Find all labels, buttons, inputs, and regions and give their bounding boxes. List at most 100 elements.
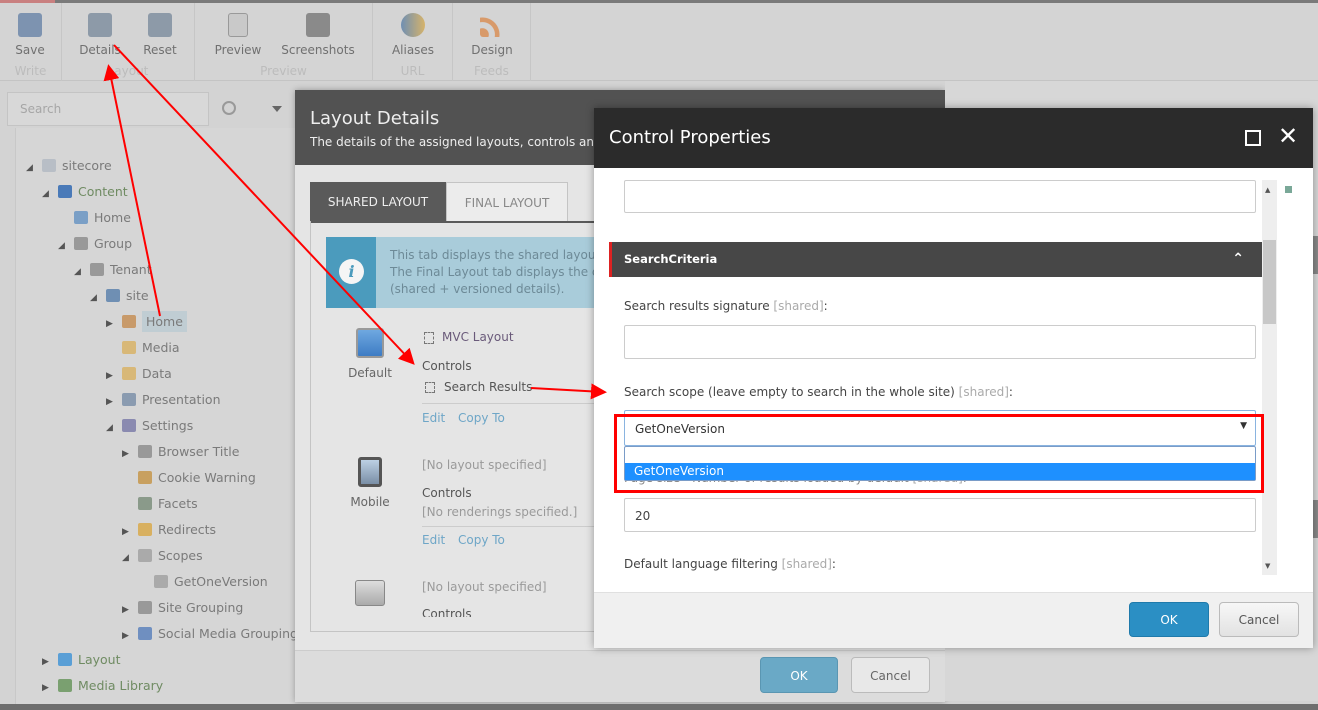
tree-item[interactable]: ▶ Presentation xyxy=(106,389,221,411)
expand-icon[interactable]: ▶ xyxy=(122,625,134,647)
expand-icon[interactable]: ▶ xyxy=(42,677,54,699)
tree-node-icon xyxy=(137,549,152,562)
pagesize-input[interactable]: 20 xyxy=(624,498,1256,532)
tree-item[interactable]: ▶ Site Grouping xyxy=(122,597,243,619)
maximize-icon[interactable] xyxy=(1245,130,1261,146)
collapse-icon[interactable]: ◢ xyxy=(58,235,70,257)
expand-icon[interactable]: ▶ xyxy=(42,651,54,673)
language-label: Default language filtering [shared]: xyxy=(624,557,836,571)
tree-node-icon xyxy=(89,263,104,276)
content-tree: ◢ sitecore ◢ Content Home ◢ Group ◢ Tenant ◢… xyxy=(15,128,298,710)
tree-node-icon xyxy=(137,627,152,640)
device-print[interactable] xyxy=(335,580,405,614)
ribbon-group-write: Save Write xyxy=(0,3,62,81)
expand-icon[interactable]: ▶ xyxy=(122,599,134,621)
printer-icon xyxy=(355,580,385,606)
preview-button[interactable]: Preview xyxy=(213,13,263,57)
cancel-button[interactable]: Cancel xyxy=(851,657,930,693)
previous-field-input[interactable] xyxy=(624,180,1256,213)
tree-node-icon xyxy=(137,523,152,536)
scrollbar-thumb[interactable] xyxy=(1263,240,1276,324)
collapse-icon[interactable]: ◢ xyxy=(122,547,134,569)
control-search-results[interactable]: Search Results xyxy=(444,380,532,394)
section-header-searchcriteria[interactable]: SearchCriteria ⌃ xyxy=(609,242,1262,277)
tree-item[interactable]: Facets xyxy=(122,493,198,515)
save-button[interactable]: Save xyxy=(8,13,52,57)
design-button[interactable]: Design xyxy=(468,13,516,57)
tree-item[interactable]: ◢ Tenant xyxy=(74,259,152,281)
masks-icon xyxy=(401,13,425,37)
copy-to-link[interactable]: Copy To xyxy=(458,533,505,547)
signature-label: Search results signature [shared]: xyxy=(624,299,828,313)
search-icon[interactable] xyxy=(222,101,236,115)
tree-item[interactable]: ▶ Data xyxy=(106,363,172,385)
tree-item[interactable]: ▶ Home xyxy=(106,311,187,333)
copy-to-link[interactable]: Copy To xyxy=(458,411,505,425)
cancel-button[interactable]: Cancel xyxy=(1219,602,1299,637)
edit-link[interactable]: Edit xyxy=(422,533,445,547)
tree-item[interactable]: ◢ site xyxy=(90,285,149,307)
chevron-up-icon[interactable]: ⌃ xyxy=(1232,242,1244,277)
expand-icon[interactable]: ▶ xyxy=(122,521,134,543)
monitor-icon xyxy=(356,328,384,358)
collapse-icon[interactable]: ◢ xyxy=(74,261,86,283)
vertical-scrollbar[interactable]: ▲ ▼ xyxy=(1262,180,1277,575)
chevron-down-icon[interactable] xyxy=(272,106,282,112)
collapse-icon[interactable]: ◢ xyxy=(26,157,38,179)
tree-item[interactable]: ◢ Scopes xyxy=(122,545,203,567)
reset-icon xyxy=(148,13,172,37)
tree-item[interactable]: ▶ Media Library xyxy=(42,675,163,697)
collapse-icon[interactable]: ◢ xyxy=(90,287,102,309)
group-label: Layout xyxy=(107,64,149,78)
edit-link[interactable]: Edit xyxy=(422,411,445,425)
device-default[interactable]: Default xyxy=(335,328,405,380)
tree-node-icon xyxy=(137,601,152,614)
tree-item[interactable]: ▶ Layout xyxy=(42,649,120,671)
expand-icon[interactable]: ▶ xyxy=(106,391,118,413)
screenshots-button[interactable]: Screenshots xyxy=(281,13,355,57)
tree-item[interactable]: ▶ Social Media Grouping xyxy=(122,623,298,645)
tree-item-label: Home xyxy=(141,311,187,332)
option-empty[interactable] xyxy=(625,447,1255,463)
collapse-icon[interactable]: ◢ xyxy=(106,417,118,439)
expand-icon[interactable]: ▶ xyxy=(106,313,118,335)
tab-shared-layout[interactable]: SHARED LAYOUT xyxy=(310,182,446,222)
info-icon: i xyxy=(339,259,364,284)
tree-item[interactable]: GetOneVersion xyxy=(138,571,268,593)
reset-button[interactable]: Reset xyxy=(138,13,182,57)
device-mobile[interactable]: Mobile xyxy=(335,457,405,509)
tree-item-label: Social Media Grouping xyxy=(157,626,298,641)
tree-item[interactable]: ◢ Content xyxy=(42,181,128,203)
tree-node-icon xyxy=(137,445,152,458)
scroll-up-icon[interactable]: ▲ xyxy=(1265,186,1270,194)
collapse-icon[interactable]: ◢ xyxy=(42,183,54,205)
ribbon: Save Write Details Reset Layout Preview … xyxy=(0,3,1318,81)
tree-item[interactable]: ◢ Settings xyxy=(106,415,193,437)
details-button[interactable]: Details xyxy=(77,13,123,57)
signature-input[interactable] xyxy=(624,325,1256,359)
tree-item[interactable]: ◢ sitecore xyxy=(26,155,112,177)
tree-item[interactable]: ▶ Browser Title xyxy=(122,441,239,463)
tree-item[interactable]: ▶ Redirects xyxy=(122,519,216,541)
tree-item[interactable]: Media xyxy=(106,337,180,359)
expand-icon[interactable]: ▶ xyxy=(106,365,118,387)
ok-button[interactable]: OK xyxy=(760,657,838,693)
search-input[interactable]: Search xyxy=(7,92,209,126)
scroll-down-icon[interactable]: ▼ xyxy=(1265,562,1270,570)
tree-item-label: Presentation xyxy=(141,392,221,407)
ok-button[interactable]: OK xyxy=(1129,602,1209,637)
tree-item-label: Settings xyxy=(141,418,194,433)
option-getoneversion[interactable]: GetOneVersion xyxy=(625,463,1255,480)
tree-node-icon xyxy=(137,471,152,484)
expand-icon[interactable]: ▶ xyxy=(122,443,134,465)
tree-item[interactable]: Cookie Warning xyxy=(122,467,256,489)
tree-item[interactable]: Home xyxy=(58,207,131,229)
tab-final-layout[interactable]: FINAL LAYOUT xyxy=(446,182,568,222)
layout-name: MVC Layout xyxy=(442,330,514,344)
tree-node-icon xyxy=(121,367,136,380)
tree-item[interactable]: ◢ Group xyxy=(58,233,132,255)
tree-node-icon xyxy=(57,653,72,666)
scope-select[interactable]: GetOneVersion ▼ xyxy=(624,410,1256,446)
aliases-button[interactable]: Aliases xyxy=(389,13,437,57)
close-icon[interactable]: ✕ xyxy=(1278,122,1298,150)
